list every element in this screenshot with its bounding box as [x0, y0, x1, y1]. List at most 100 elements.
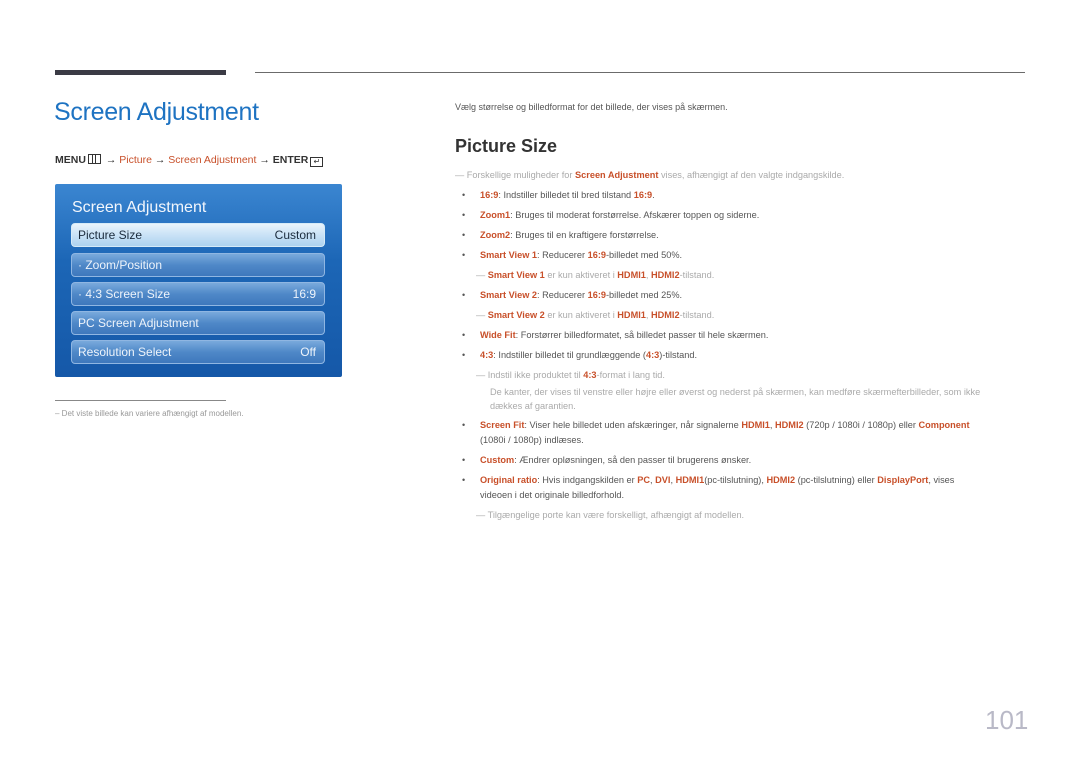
- desc: : Ændrer opløsningen, så den passer til …: [514, 455, 752, 465]
- term: 16:9: [480, 190, 499, 200]
- menu-path: MENU → Picture → Screen Adjustment → ENT…: [55, 154, 325, 167]
- section-title: Picture Size: [455, 136, 558, 156]
- osd-item-label: Resolution Select: [78, 345, 172, 359]
- osd-item-label: Picture Size: [78, 228, 143, 242]
- term: Custom: [480, 455, 515, 465]
- desc: : Hvis indgangskilden er: [537, 475, 638, 485]
- path-picture: Picture: [119, 154, 152, 166]
- intro-text: Vælg størrelse og billedformat for det b…: [455, 102, 728, 112]
- bullet: •: [462, 455, 466, 465]
- term: Smart View 2: [487, 310, 545, 320]
- footnote-rule: [55, 400, 226, 401]
- list-item-zoom2: Zoom2: Bruges til en kraftigere forstørr…: [480, 229, 659, 242]
- note-dash: ―: [476, 270, 486, 280]
- list-item-169: 16:9: Indstiller billedet til bred tilst…: [480, 189, 655, 202]
- term: HDMI2: [775, 420, 804, 430]
- term: HDMI2: [766, 475, 796, 485]
- desc: )-tilstand.: [659, 350, 698, 360]
- osd-item-label: · 4:3 Screen Size: [78, 287, 171, 301]
- term: 16:9: [587, 250, 606, 260]
- desc: : Reducerer: [537, 250, 588, 260]
- desc: er kun aktiveret i: [544, 310, 618, 320]
- enter-icon: ↵: [310, 157, 324, 167]
- osd-item-resolution-select[interactable]: Resolution Select Off: [71, 340, 325, 364]
- term: Zoom1: [480, 210, 511, 220]
- arrow: →: [105, 154, 117, 166]
- list-item-screen-fit-cont: (1080i / 1080p) indlæses.: [480, 435, 584, 445]
- list-item-original-ratio-cont: videoen i det originale billedforhold.: [480, 490, 625, 500]
- note-43-detail: De kanter, der vises til venstre eller h…: [490, 387, 981, 397]
- page-title: Screen Adjustment: [54, 98, 259, 126]
- list-item-custom: Custom: Ændrer opløsningen, så den passe…: [480, 454, 751, 467]
- bullet: •: [462, 230, 466, 240]
- note-text: vises, afhængigt af den valgte indgangsk…: [658, 170, 845, 180]
- term: HDMI1: [617, 310, 646, 320]
- desc: : Indstiller billedet til bred tilstand: [498, 190, 634, 200]
- term: Component: [918, 420, 970, 430]
- desc: : Reducerer: [537, 290, 588, 300]
- term: Smart View 2: [480, 290, 538, 300]
- term: 4:3: [583, 370, 597, 380]
- term: Wide Fit: [480, 330, 516, 340]
- term: 4:3: [480, 350, 494, 360]
- note-43: ― Indstil ikke produktet til 4:3-format …: [476, 369, 665, 382]
- desc: (pc-tilslutning) eller: [795, 475, 878, 485]
- desc: Tilgængelige porte kan være forskelligt,…: [487, 510, 745, 520]
- arrow: →: [259, 154, 270, 166]
- note-dash: ―: [455, 170, 465, 180]
- desc: .: [652, 190, 655, 200]
- bullet: •: [462, 190, 466, 200]
- header-rule-thick: [55, 70, 226, 75]
- list-item-original-ratio: Original ratio: Hvis indgangskilden er P…: [480, 474, 954, 487]
- note-smart-view-2: ― Smart View 2 er kun aktiveret i HDMI1,…: [476, 309, 714, 322]
- list-item-smart-view-1: Smart View 1: Reducerer 16:9-billedet me…: [480, 249, 682, 262]
- bullet: •: [462, 250, 466, 260]
- osd-item-value: Off: [300, 345, 316, 359]
- osd-item-label: · Zoom/Position: [78, 258, 163, 272]
- term: DVI: [655, 475, 671, 485]
- osd-item-43-screen-size[interactable]: · 4:3 Screen Size 16:9: [71, 282, 325, 306]
- desc: -format i lang tid.: [596, 370, 665, 380]
- bullet: •: [462, 420, 466, 430]
- desc: : Forstørrer billedformatet, så billedet…: [515, 330, 769, 340]
- menu-label: MENU: [55, 154, 86, 166]
- term: Screen Fit: [480, 420, 525, 430]
- osd-menu: Screen Adjustment Picture Size Custom · …: [55, 184, 342, 377]
- term: 16:9: [633, 190, 653, 200]
- osd-item-zoom-position[interactable]: · Zoom/Position: [71, 253, 325, 277]
- term: Zoom2: [480, 230, 511, 240]
- osd-item-value: 16:9: [292, 287, 316, 301]
- osd-item-label: PC Screen Adjustment: [78, 316, 199, 330]
- bullet: •: [462, 210, 466, 220]
- desc: -tilstand.: [679, 270, 715, 280]
- osd-item-picture-size[interactable]: Picture Size Custom: [71, 223, 325, 247]
- term: HDMI1: [617, 270, 646, 280]
- osd-title: Screen Adjustment: [72, 199, 207, 216]
- note-text: Forskellige muligheder for: [466, 170, 576, 180]
- desc: er kun aktiveret i: [544, 270, 618, 280]
- term: 4:3: [645, 350, 660, 360]
- desc: (pc-tilslutning),: [704, 475, 767, 485]
- term: HDMI2: [651, 270, 680, 280]
- arrow: →: [154, 154, 166, 166]
- list-item-43: 4:3: Indstiller billedet til grundlæggen…: [480, 349, 697, 362]
- note-options: ― Forskellige muligheder for Screen Adju…: [455, 169, 844, 182]
- note-highlight: Screen Adjustment: [575, 170, 659, 180]
- note-dash: ―: [476, 510, 486, 520]
- list-item-screen-fit: Screen Fit: Viser hele billedet uden afs…: [480, 419, 970, 432]
- term: Smart View 1: [480, 250, 538, 260]
- term: DisplayPort: [877, 475, 929, 485]
- note-43-detail-2: dækkes af garantien.: [490, 401, 576, 411]
- desc: : Bruges til en kraftigere forstørrelse.: [510, 230, 659, 240]
- term: HDMI1: [675, 475, 705, 485]
- osd-item-pc-screen-adjustment[interactable]: PC Screen Adjustment: [71, 311, 325, 335]
- term: PC: [637, 475, 651, 485]
- menu-grid-icon: [87, 154, 101, 164]
- desc: -billedet med 25%.: [605, 290, 683, 300]
- list-item-zoom1: Zoom1: Bruges til moderat forstørrelse. …: [480, 209, 759, 222]
- bullet: •: [462, 290, 466, 300]
- desc: (720p / 1080i / 1080p) eller: [803, 420, 919, 430]
- path-screen-adjustment: Screen Adjustment: [168, 154, 257, 166]
- bullet: •: [462, 330, 466, 340]
- bullet: •: [462, 350, 466, 360]
